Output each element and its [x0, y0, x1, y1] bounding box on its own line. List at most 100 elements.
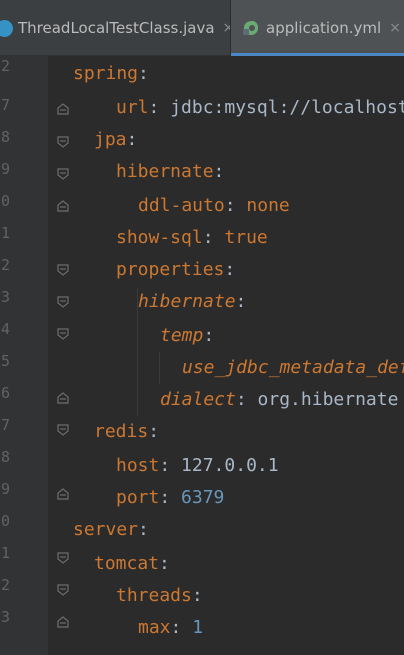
fold-end-icon[interactable]	[56, 615, 70, 629]
line-number: 1	[0, 224, 10, 242]
line-number: 7	[0, 416, 10, 434]
line-number: 8	[0, 448, 10, 466]
code-line: hibernate:	[138, 286, 246, 318]
code-line: host: 127.0.0.1	[116, 450, 279, 482]
yaml-key: port	[116, 487, 160, 508]
colon: :	[224, 195, 236, 216]
code-line: max: 1	[138, 612, 203, 644]
fold-start-icon[interactable]	[56, 295, 70, 309]
code-line: ddl-auto: none	[138, 190, 290, 222]
code-line: tomcat:	[94, 548, 170, 580]
yaml-value: 1	[192, 617, 204, 638]
yaml-key: tomcat	[94, 553, 160, 574]
fold-end-icon[interactable]	[56, 487, 70, 501]
fold-start-icon[interactable]	[56, 135, 70, 149]
fold-start-icon[interactable]	[56, 327, 70, 341]
close-icon[interactable]: ×	[389, 20, 401, 36]
line-number: 2	[0, 57, 10, 75]
yaml-key: redis	[94, 421, 149, 442]
fold-end-icon[interactable]	[56, 102, 70, 116]
yaml-key: hibernate	[138, 291, 236, 312]
code-line: hibernate:	[116, 156, 224, 188]
code-line: use_jdbc_metadata_defaults	[182, 352, 404, 384]
colon: :	[235, 389, 247, 410]
colon: :	[159, 455, 171, 476]
yaml-key: properties	[116, 259, 225, 280]
code-line: show-sql: true	[116, 222, 268, 254]
yaml-value: true	[224, 227, 268, 248]
java-class-icon	[0, 19, 13, 37]
line-number: 5	[0, 352, 10, 370]
yaml-key: url	[116, 97, 149, 118]
yaml-key: hibernate	[116, 161, 214, 182]
ide-window: ThreadLocalTestClass.java × application.…	[0, 0, 404, 655]
code-line: temp:	[160, 320, 214, 352]
fold-start-icon[interactable]	[56, 263, 70, 277]
fold-end-icon[interactable]	[56, 391, 70, 405]
yaml-key: spring	[73, 63, 139, 84]
yaml-key: threads	[116, 585, 192, 606]
colon: :	[126, 129, 138, 150]
fold-start-icon[interactable]	[56, 167, 70, 181]
colon: :	[148, 421, 160, 442]
line-number: 8	[0, 128, 10, 146]
code-line: spring:	[73, 58, 149, 90]
yaml-spring-icon	[240, 19, 260, 37]
colon: :	[203, 325, 215, 346]
yaml-key: temp	[160, 325, 204, 346]
fold-start-icon[interactable]	[56, 551, 70, 565]
yaml-value: 127.0.0.1	[181, 455, 279, 476]
code-line: threads:	[116, 580, 203, 612]
colon: :	[235, 291, 247, 312]
yaml-key: host	[116, 455, 160, 476]
fold-start-icon[interactable]	[56, 423, 70, 437]
editor-tab-bar: ThreadLocalTestClass.java × application.…	[0, 0, 404, 56]
colon: :	[191, 585, 203, 606]
code-line: redis:	[94, 416, 159, 448]
colon: :	[202, 227, 214, 248]
tab-threadlocaltestclass[interactable]: ThreadLocalTestClass.java ×	[0, 0, 234, 56]
code-line: port: 6379	[116, 482, 224, 514]
colon: :	[159, 487, 171, 508]
yaml-key: jpa	[94, 129, 127, 150]
colon: :	[159, 553, 170, 574]
line-number: 6	[0, 384, 10, 402]
yaml-key: dialect	[160, 389, 236, 410]
colon: :	[138, 63, 149, 84]
colon: :	[148, 97, 160, 118]
yaml-value: jdbc:mysql://localhost	[170, 97, 404, 118]
line-number: 2	[0, 256, 10, 274]
yaml-value: org.hibernate	[257, 389, 399, 410]
yaml-key: use_jdbc_metadata_defaults	[182, 357, 404, 378]
line-number-gutter: 2 7 8 9 0 1 2 3 4 5 6 7 8 9 0 1 2 3	[0, 56, 48, 655]
tab-application-yml[interactable]: application.yml ×	[231, 0, 404, 56]
colon: :	[170, 617, 182, 638]
colon: :	[224, 259, 236, 280]
line-number: 0	[0, 192, 10, 210]
code-line: url: jdbc:mysql://localhost	[116, 92, 404, 124]
code-line: server:	[73, 514, 149, 546]
indent-guide	[159, 352, 160, 384]
tab-label: ThreadLocalTestClass.java	[18, 19, 215, 37]
code-editor[interactable]: 2 7 8 9 0 1 2 3 4 5 6 7 8 9 0 1 2 3 spri…	[0, 56, 404, 655]
colon: :	[213, 161, 225, 182]
code-line: jpa:	[94, 124, 137, 156]
colon: :	[138, 519, 149, 540]
yaml-value: none	[246, 195, 290, 216]
yaml-value: 6379	[181, 487, 225, 508]
line-number: 2	[0, 576, 10, 594]
line-number: 4	[0, 320, 10, 338]
line-number: 9	[0, 480, 10, 498]
yaml-key: show-sql	[116, 227, 203, 248]
yaml-key: ddl-auto	[138, 195, 225, 216]
fold-start-icon[interactable]	[56, 583, 70, 597]
tab-label: application.yml	[266, 19, 382, 37]
line-number: 1	[0, 544, 10, 562]
code-line: properties:	[116, 254, 235, 286]
line-number: 3	[0, 288, 10, 306]
yaml-key: server	[73, 519, 139, 540]
line-number: 7	[0, 96, 10, 114]
line-number: 9	[0, 160, 10, 178]
yaml-key: max	[138, 617, 171, 638]
fold-end-icon[interactable]	[56, 199, 70, 213]
